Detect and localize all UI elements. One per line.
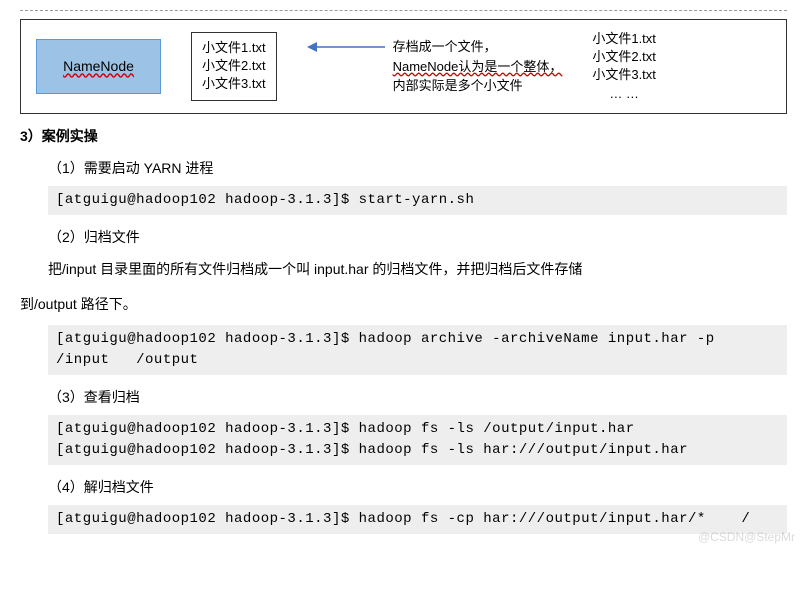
- step-2-title: （2）归档文件: [48, 227, 787, 247]
- code-block-1: [atguigu@hadoop102 hadoop-3.1.3]$ start-…: [48, 186, 787, 215]
- smallfile-line: 小文件1.txt: [592, 30, 656, 48]
- smallfile-line: 小文件2.txt: [592, 48, 656, 66]
- diagram-container: NameNode 小文件1.txt 小文件2.txt 小文件3.txt 存档成一…: [20, 19, 787, 114]
- archive-line: 存档成一个文件，: [393, 37, 563, 57]
- smallfiles-box: 小文件1.txt 小文件2.txt 小文件3.txt: [191, 32, 277, 101]
- arrow-annotation: 存档成一个文件， NameNode认为是一个整体， 内部实际是多个小文件: [307, 37, 563, 96]
- namenode-label: NameNode: [63, 58, 134, 74]
- code-block-2: [atguigu@hadoop102 hadoop-3.1.3]$ hadoop…: [48, 325, 787, 375]
- smallfile-line: 小文件2.txt: [202, 57, 266, 75]
- dashed-divider: [20, 10, 787, 11]
- smallfiles-right-list: 小文件1.txt 小文件2.txt 小文件3.txt … …: [592, 30, 656, 103]
- step-3-title: （3）查看归档: [48, 387, 787, 407]
- smallfile-line: … …: [592, 85, 656, 103]
- code-block-4: [atguigu@hadoop102 hadoop-3.1.3]$ hadoop…: [48, 505, 787, 534]
- code-block-3: [atguigu@hadoop102 hadoop-3.1.3]$ hadoop…: [48, 415, 787, 465]
- smallfile-line: 小文件1.txt: [202, 39, 266, 57]
- arrow-left-icon: [307, 37, 387, 57]
- step-2-paragraph-a: 把/input 目录里面的所有文件归档成一个叫 input.har 的归档文件，…: [48, 257, 787, 282]
- smallfile-line: 小文件3.txt: [592, 66, 656, 84]
- step-1-title: （1）需要启动 YARN 进程: [48, 158, 787, 178]
- smallfile-line: 小文件3.txt: [202, 75, 266, 93]
- archive-line: 内部实际是多个小文件: [393, 76, 563, 96]
- section-heading: 3）案例实操: [20, 126, 787, 146]
- archive-description: 存档成一个文件， NameNode认为是一个整体， 内部实际是多个小文件: [393, 37, 563, 96]
- namenode-box: NameNode: [36, 39, 161, 94]
- archive-line: NameNode认为是一个整体，: [393, 57, 563, 77]
- step-2-paragraph-b: 到/output 路径下。: [20, 292, 787, 317]
- step-4-title: （4）解归档文件: [48, 477, 787, 497]
